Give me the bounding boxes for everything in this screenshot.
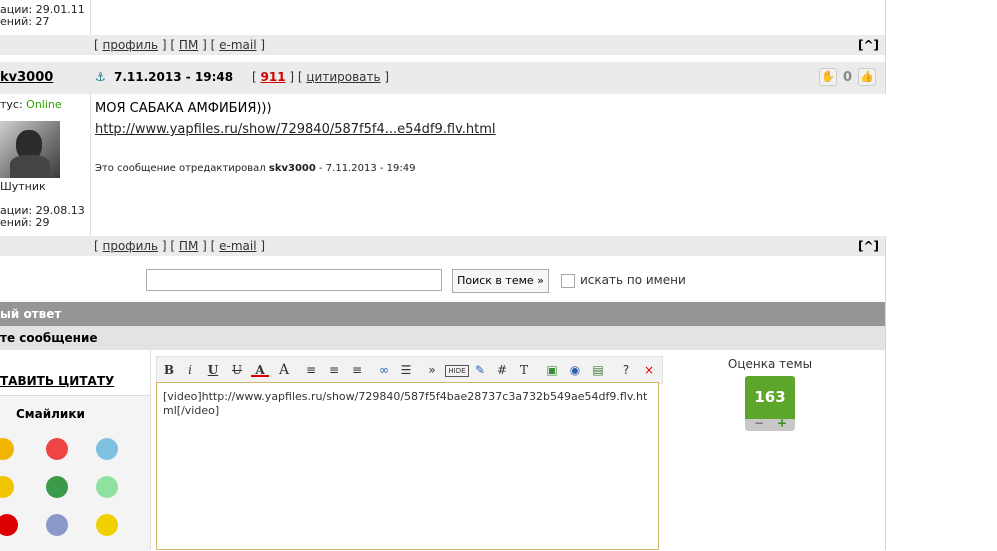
wave-smile-icon[interactable] [96, 514, 118, 536]
sick-smile-icon[interactable] [96, 476, 118, 498]
video-icon[interactable]: ▤ [589, 361, 607, 379]
list-icon[interactable]: ☰ [397, 361, 415, 379]
font-size-icon[interactable]: A [275, 361, 293, 379]
smilies-title: Смайлики [16, 407, 85, 421]
post-actions: [ 911 ] [ цитировать ] [252, 70, 390, 84]
align-right-icon[interactable]: ≡ [348, 361, 366, 379]
back-to-top-button[interactable]: [^] [858, 239, 879, 253]
post-text-line: МОЯ САБАКА АМФИБИЯ))) [95, 101, 272, 116]
user-rank: Шутник [0, 180, 46, 193]
post-content: МОЯ САБАКА АМФИБИЯ))) http://www.yapfile… [90, 94, 886, 236]
search-by-name-checkbox[interactable] [561, 274, 575, 288]
compose-title: те сообщение [0, 331, 98, 345]
underline-icon[interactable]: U [204, 361, 222, 379]
angry-smile-icon[interactable] [0, 514, 18, 536]
profile-link[interactable]: профиль [103, 38, 159, 52]
profile-link[interactable]: профиль [103, 239, 159, 253]
italic-icon[interactable]: i [181, 361, 199, 379]
avatar-dog-body [10, 155, 50, 178]
user-post-count: ений: 29 [0, 216, 50, 229]
reply-text: [video]http://www.yapfiles.ru/show/72984… [163, 390, 648, 417]
topic-search-bar: Поиск в теме » искать по имени [0, 256, 885, 302]
edited-suffix: - 7.11.2013 - 19:49 [319, 163, 416, 174]
status-label: тус: [0, 98, 23, 111]
topic-rating-controls: − + [745, 416, 795, 431]
editor-toolbar: B i U U A A ≡ ≡ ≡ ∞ ☰ » HIDE ✎ # T ▣ ◉ ▤… [156, 356, 663, 384]
email-link[interactable]: e-mail [219, 38, 256, 52]
rating-minus-button[interactable]: − [754, 416, 764, 430]
font-color-icon[interactable]: A [251, 361, 269, 377]
topic-rating-value: 163 [745, 376, 795, 419]
bold-icon[interactable]: B [160, 361, 178, 379]
compose-header: те сообщение [0, 326, 885, 350]
previous-post-links: [ профиль ] [ ПМ ] [ e-mail ] [94, 38, 266, 52]
quick-reply-title: ый ответ [0, 307, 62, 321]
reply-textarea[interactable]: [video]http://www.yapfiles.ru/show/72984… [156, 382, 659, 550]
previous-post-body [90, 0, 886, 35]
search-by-name-label: искать по имени [580, 273, 686, 287]
sad-smile-icon[interactable] [46, 514, 68, 536]
quick-reply-header: ый ответ [0, 302, 885, 326]
post-video-link[interactable]: http://www.yapfiles.ru/show/729840/587f5… [95, 122, 496, 137]
thumb-down-icon[interactable]: ✋ [819, 68, 837, 86]
topic-search-input[interactable] [146, 269, 442, 291]
smilies-box: Смайлики [0, 395, 150, 551]
pm-link[interactable]: ПМ [179, 239, 198, 253]
thumb-up-icon[interactable]: 👍 [858, 68, 876, 86]
edit-icon[interactable]: ✎ [471, 361, 489, 379]
hide-icon[interactable]: HIDE [445, 365, 469, 377]
edited-user: skv3000 [268, 163, 316, 174]
hat-smile-icon[interactable] [46, 476, 68, 498]
love-smile-icon[interactable] [46, 438, 68, 460]
code-icon[interactable]: # [493, 361, 511, 379]
post-links: [ профиль ] [ ПМ ] [ e-mail ] [94, 239, 266, 253]
user-status: тус: Online [0, 98, 62, 111]
back-to-top-button[interactable]: [^] [858, 38, 879, 52]
post-date: 7.11.2013 - 19:48 [114, 70, 234, 84]
topic-rating-title: Оценка темы [727, 357, 813, 371]
quote-link[interactable]: цитировать [306, 70, 380, 84]
post-header: kv3000 ⚓ 7.11.2013 - 19:48 [ 911 ] [ цит… [0, 62, 885, 94]
pm-link[interactable]: ПМ [179, 38, 198, 52]
post-number-link[interactable]: 911 [261, 70, 286, 84]
status-online: Online [26, 98, 62, 111]
align-left-icon[interactable]: ≡ [302, 361, 320, 379]
close-icon[interactable]: × [640, 361, 658, 379]
forum-panel: ации: 29.01.11 ений: 27 [ профиль ] [ ПМ… [0, 0, 886, 551]
edited-prefix: Это сообщение отредактировал [95, 163, 266, 174]
topic-search-button[interactable]: Поиск в теме » [452, 269, 549, 293]
email-link[interactable]: e-mail [219, 239, 256, 253]
insert-quote-link[interactable]: ТАВИТЬ ЦИТАТУ [0, 374, 114, 388]
previous-post-footer: [ профиль ] [ ПМ ] [ e-mail ] [^] [0, 35, 885, 55]
user-avatar[interactable] [0, 121, 60, 178]
cool-smile-icon[interactable] [0, 476, 14, 498]
anchor-icon[interactable]: ⚓ [95, 70, 106, 84]
previous-post-user-info: ации: 29.01.11 ений: 27 [0, 0, 90, 35]
align-center-icon[interactable]: ≡ [325, 361, 343, 379]
link-icon[interactable]: ∞ [375, 361, 393, 379]
post-author[interactable]: kv3000 [0, 70, 53, 85]
image-icon[interactable]: ▣ [543, 361, 561, 379]
strikethrough-icon[interactable]: U [228, 361, 246, 379]
post-footer: [ профиль ] [ ПМ ] [ e-mail ] [^] [0, 236, 885, 256]
post-edited-note: Это сообщение отредактировал skv3000 - 7… [95, 163, 415, 174]
text-icon[interactable]: T [515, 361, 533, 379]
reply-side-panel: ТАВИТЬ ЦИТАТУ Смайлики [0, 350, 151, 551]
smile-icon[interactable] [0, 438, 14, 460]
quote-icon[interactable]: » [423, 361, 441, 379]
help-icon[interactable]: ? [617, 361, 635, 379]
post-count: ений: 27 [0, 15, 50, 28]
rating-plus-button[interactable]: + [777, 416, 787, 430]
cry-smile-icon[interactable] [96, 438, 118, 460]
post-user-info: тус: Online Шутник ации: 29.08.13 ений: … [0, 94, 90, 236]
post-rating-value: 0 [843, 70, 853, 85]
compass-icon[interactable]: ◉ [566, 361, 584, 379]
